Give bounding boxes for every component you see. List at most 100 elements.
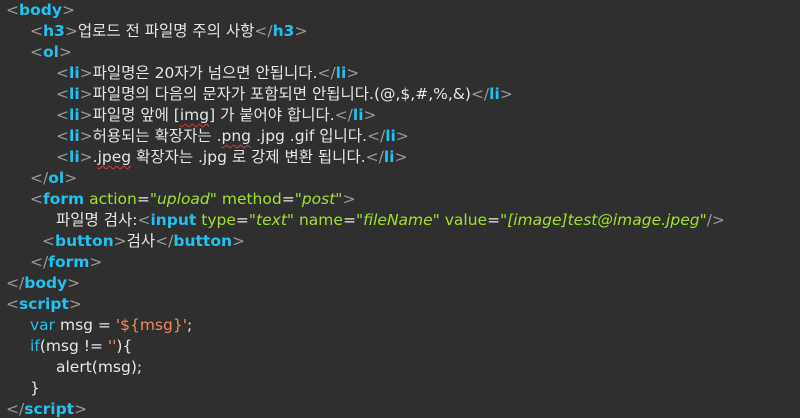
heading-text: 업로드 전 파일명 주의 사항 [77, 22, 255, 40]
tag-name: ol [43, 43, 59, 61]
bracket: > [74, 400, 88, 418]
code-line-form-close: </form> [30, 252, 102, 273]
list-item-text: 허용되는 확장자는 . [92, 127, 222, 145]
bracket: < [6, 295, 19, 313]
list-item-text: 파일명의 다음의 문자가 포함되면 안됩니다.(@,$,#,%,&) [92, 85, 471, 103]
bracket: </ [470, 85, 490, 103]
tag-name: body [19, 1, 62, 19]
list-item-text: 파일명 앞에 [ [92, 106, 180, 124]
list-item-text: 확장자는 .jpg 로 강제 변환 됩니다. [131, 148, 366, 166]
tag-name: li [69, 127, 80, 145]
code-editor[interactable]: <body> <h3>업로드 전 파일명 주의 사항</h3> <ol> <li… [0, 0, 800, 418]
attribute-value: "post" [294, 190, 343, 208]
code-line-li: <li>.jpeg 확장자는 .jpg 로 강제 변환 됩니다.</li> [56, 147, 408, 168]
bracket: </ [30, 169, 49, 187]
code-line-brace: } [30, 379, 40, 397]
tag-name: form [43, 190, 85, 208]
code-line-if: if(msg != ''){ [30, 337, 133, 355]
tag-name: li [489, 85, 500, 103]
list-item-text: ] 가 붙어야 합니다. [209, 106, 335, 124]
bracket: > [79, 64, 93, 82]
bracket: < [42, 232, 55, 250]
bracket: > [79, 106, 93, 124]
code-line-script-open: <script> [6, 294, 82, 315]
bracket: </ [365, 148, 384, 166]
keyword: var [30, 316, 56, 334]
bracket: < [6, 1, 19, 19]
code-line-input: 파일명 검사:<input type="text" name="fileName… [56, 211, 725, 229]
code-line-body-close: </body> [6, 273, 80, 294]
tag-name: li [69, 85, 80, 103]
tag-name: li [69, 106, 80, 124]
attribute-value: "[image]test@image.jpeg" [500, 211, 707, 229]
bracket: < [30, 43, 43, 61]
button-text: 검사 [126, 232, 156, 250]
bracket: > [113, 232, 127, 250]
code-line-h3: <h3>업로드 전 파일명 주의 사항</h3> [30, 21, 307, 42]
tag-name: script [24, 400, 75, 418]
bracket: > [232, 232, 246, 250]
bracket: </ [155, 232, 174, 250]
bracket: > [58, 43, 72, 61]
bracket: > [499, 85, 513, 103]
tag-name: script [19, 295, 69, 313]
bracket: > [61, 1, 75, 19]
bracket: < [30, 190, 43, 208]
attribute-value: "fileName" [355, 211, 440, 229]
bracket: </ [6, 400, 25, 418]
bracket: > [395, 127, 409, 145]
bracket: < [137, 211, 151, 229]
bracket: < [56, 127, 69, 145]
bracket: < [56, 85, 69, 103]
code-line-li: <li>파일명의 다음의 문자가 포함되면 안됩니다.(@,$,#,%,&)</… [56, 84, 513, 105]
tag-name: input [150, 211, 197, 229]
bracket: > [79, 85, 93, 103]
code-line-li: <li>파일명 앞에 [img] 가 붙어야 합니다.</li> [56, 105, 377, 126]
tag-name: ol [48, 169, 65, 187]
keyword: if [30, 337, 40, 355]
bracket: > [346, 64, 360, 82]
bracket: > [294, 22, 308, 40]
attribute-name: name [298, 211, 343, 229]
attribute-value: "upload" [149, 190, 217, 208]
bracket: </ [6, 274, 25, 292]
tag-name: li [385, 127, 396, 145]
tag-name: button [55, 232, 114, 250]
attribute-name: method [221, 190, 282, 208]
tag-name: button [173, 232, 233, 250]
bracket: > [67, 274, 81, 292]
list-item-text: 파일명은 20자가 넘으면 안됩니다. [92, 64, 318, 82]
tag-name: li [383, 148, 395, 166]
code-line-form-open: <form action="upload" method="post"> [30, 190, 356, 208]
code-line-body-open: <body> [6, 0, 75, 21]
bracket: > [342, 190, 356, 208]
tag-name: form [48, 253, 90, 271]
attribute-name: value [444, 211, 488, 229]
spellcheck-word: png [221, 127, 252, 145]
bracket: </ [334, 106, 353, 124]
bracket: </ [366, 127, 386, 145]
spellcheck-word: img [179, 106, 210, 124]
attribute-value: "text" [248, 211, 295, 229]
bracket: </ [30, 253, 49, 271]
code-line-li: <li>허용되는 확장자는 .png .jpg .gif 입니다.</li> [56, 126, 409, 147]
code-line-alert: alert(msg); [56, 358, 143, 376]
label-text: 파일명 검사: [56, 211, 138, 229]
bracket: < [56, 64, 69, 82]
tag-name: li [335, 64, 347, 82]
bracket: > [363, 106, 377, 124]
bracket: </ [254, 22, 273, 40]
attribute-name: action [89, 190, 137, 208]
bracket: > [64, 169, 78, 187]
code-line-var: var msg = '${msg}'; [30, 316, 193, 334]
bracket: > [64, 22, 78, 40]
code-line-ol-open: <ol> [30, 42, 72, 63]
bracket: > [394, 148, 408, 166]
bracket: > [68, 295, 82, 313]
spellcheck-word: jpeg [97, 148, 132, 166]
code-line-button: <button>검사</button> [42, 231, 245, 252]
bracket: > [89, 253, 103, 271]
tag-name: li [69, 148, 80, 166]
tag-name: h3 [43, 22, 65, 40]
bracket: > [79, 148, 93, 166]
